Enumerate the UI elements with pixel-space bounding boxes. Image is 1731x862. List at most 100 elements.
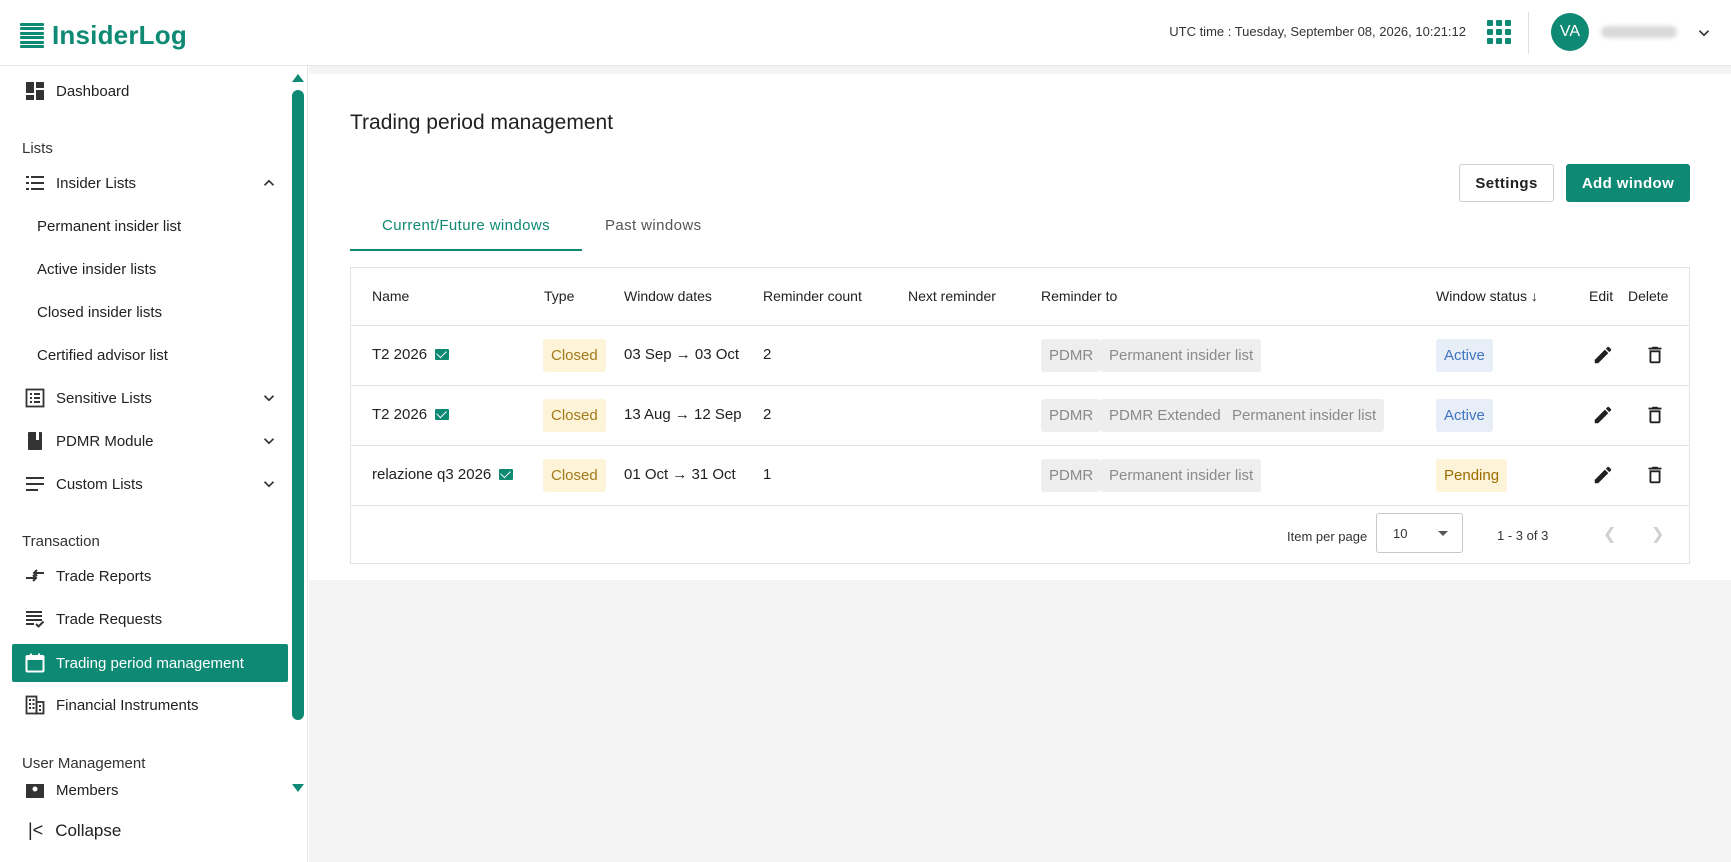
status-badge: Pending [1436, 459, 1508, 492]
section-lists: Lists [22, 140, 53, 157]
table-row[interactable]: relazione q3 2026 Closed 01 Oct → 31 Oct… [351, 445, 1689, 505]
tab-past-windows[interactable]: Past windows [605, 214, 702, 234]
sidebar-item-trading-period-management[interactable]: Trading period management [12, 644, 288, 682]
page-title: Trading period management [350, 111, 614, 134]
settings-button[interactable]: Settings [1459, 164, 1554, 202]
chevron-down-icon[interactable] [1695, 24, 1713, 42]
sidebar-item-dashboard[interactable]: Dashboard [12, 72, 288, 110]
sidebar-item-sensitive-lists[interactable]: Sensitive Lists [12, 379, 288, 417]
sidebar-scrollbar[interactable] [292, 90, 304, 720]
section-transaction: Transaction [22, 533, 100, 550]
delete-icon[interactable] [1644, 404, 1666, 426]
logo-icon [20, 22, 44, 49]
table-row[interactable]: T2 2026 Closed 03 Sep → 03 Oct 2 PDMR Pe… [351, 325, 1689, 385]
list-icon [24, 172, 46, 194]
members-icon [24, 780, 46, 800]
sidebar: Dashboard Lists Insider Lists Permanent … [0, 66, 308, 862]
sidebar-item-closed-insider-lists[interactable]: Closed insider lists [12, 293, 288, 331]
sidebar-item-label: Sensitive Lists [56, 389, 152, 407]
reminder-count: 1 [763, 466, 772, 483]
reminder-count: 2 [763, 406, 772, 423]
pagination: Item per page 10 1 - 3 of 3 ❮ ❯ [351, 505, 1689, 563]
sidebar-item-label: Insider Lists [56, 174, 137, 192]
chevron-down-icon[interactable] [260, 475, 278, 493]
book-icon [24, 430, 46, 452]
edit-icon[interactable] [1592, 404, 1614, 426]
reminder-count: 2 [763, 346, 772, 363]
edit-icon[interactable] [1592, 344, 1614, 366]
collapse-icon: |< [28, 820, 44, 840]
window-dates: 01 Oct → 31 Oct [624, 466, 736, 483]
calendar-icon [24, 652, 46, 674]
col-header-reminder-count[interactable]: Reminder count [763, 288, 862, 304]
items-per-page-label: Item per page [1287, 529, 1368, 544]
sidebar-item-label: Trade Reports [56, 567, 152, 585]
type-badge: Closed [543, 399, 606, 432]
add-window-button[interactable]: Add window [1566, 164, 1690, 202]
tab-current-future-windows[interactable]: Current/Future windows [350, 214, 582, 251]
sidebar-item-label: Custom Lists [56, 475, 143, 493]
reminder-chip: PDMR [1041, 339, 1102, 372]
sidebar-item-active-insider-lists[interactable]: Active insider lists [12, 250, 288, 288]
avatar[interactable]: VA [1551, 13, 1589, 51]
caret-down-icon [1438, 531, 1448, 536]
swap-icon [24, 565, 46, 587]
col-header-delete: Delete [1628, 288, 1669, 304]
reminder-chip: Permanent insider list [1101, 459, 1262, 492]
apps-grid-icon[interactable] [1487, 20, 1511, 44]
table-row[interactable]: T2 2026 Closed 13 Aug → 12 Sep 2 PDMR PD… [351, 385, 1689, 445]
reminder-chip: Permanent insider list [1224, 399, 1385, 432]
user-name-blurred[interactable] [1601, 26, 1677, 38]
delete-icon[interactable] [1644, 464, 1666, 486]
window-dates: 03 Sep → 03 Oct [624, 346, 740, 363]
sidebar-item-pdmr-module[interactable]: PDMR Module [12, 422, 288, 460]
logo[interactable]: InsiderLog [20, 20, 187, 51]
row-name-text: T2 2026 [372, 346, 428, 363]
scroll-down-arrow[interactable] [292, 784, 304, 792]
items-per-page-select[interactable]: 10 [1376, 513, 1463, 553]
sidebar-item-permanent-insider-list[interactable]: Permanent insider list [12, 207, 288, 245]
header-divider [1528, 12, 1529, 54]
sidebar-item-label: Members [56, 782, 119, 799]
collapse-button[interactable]: |< Collapse [28, 820, 121, 841]
custom-list-icon [24, 473, 46, 495]
collapse-label: Collapse [55, 820, 122, 840]
sensitive-list-icon [24, 387, 46, 409]
status-badge: Active [1436, 399, 1493, 432]
sidebar-item-members[interactable]: Members [12, 778, 288, 800]
sidebar-item-financial-instruments[interactable]: Financial Instruments [12, 686, 288, 724]
building-icon [24, 694, 46, 716]
sidebar-item-label: PDMR Module [56, 432, 154, 450]
col-header-reminder-to[interactable]: Reminder to [1041, 288, 1117, 304]
sidebar-item-certified-advisor-list[interactable]: Certified advisor list [12, 336, 288, 374]
sidebar-item-label: Trade Requests [56, 610, 163, 628]
sidebar-item-insider-lists[interactable]: Insider Lists [12, 164, 288, 202]
chevron-left-icon[interactable]: ❮ [1603, 524, 1616, 544]
top-header: InsiderLog UTC time : Tuesday, September… [0, 0, 1731, 66]
pagination-range: 1 - 3 of 3 [1497, 528, 1549, 543]
chevron-down-icon[interactable] [260, 432, 278, 450]
scroll-up-arrow[interactable] [292, 74, 304, 82]
sidebar-item-custom-lists[interactable]: Custom Lists [12, 465, 288, 503]
chevron-up-icon[interactable] [260, 174, 278, 192]
col-header-edit: Edit [1589, 288, 1614, 304]
col-header-name[interactable]: Name [372, 288, 409, 304]
chevron-right-icon[interactable]: ❯ [1651, 524, 1664, 544]
sidebar-item-label: Dashboard [56, 82, 130, 100]
section-user-management: User Management [22, 755, 146, 772]
sidebar-item-trade-requests[interactable]: Trade Requests [12, 600, 288, 638]
col-header-type[interactable]: Type [544, 288, 574, 304]
status-badge: Active [1436, 339, 1493, 372]
sidebar-item-label: Trading period management [56, 654, 244, 672]
reminder-chip: PDMR [1041, 399, 1102, 432]
col-header-window-status[interactable]: Window status ↓ [1436, 288, 1538, 304]
sidebar-item-trade-reports[interactable]: Trade Reports [12, 557, 288, 595]
window-dates: 13 Aug → 12 Sep [624, 406, 742, 423]
col-header-next-reminder[interactable]: Next reminder [908, 288, 996, 304]
col-header-window-dates[interactable]: Window dates [624, 288, 712, 304]
edit-icon[interactable] [1592, 464, 1614, 486]
delete-icon[interactable] [1644, 344, 1666, 366]
chevron-down-icon[interactable] [260, 389, 278, 407]
row-name: T2 2026 [372, 406, 450, 423]
logo-text: InsiderLog [52, 20, 187, 50]
